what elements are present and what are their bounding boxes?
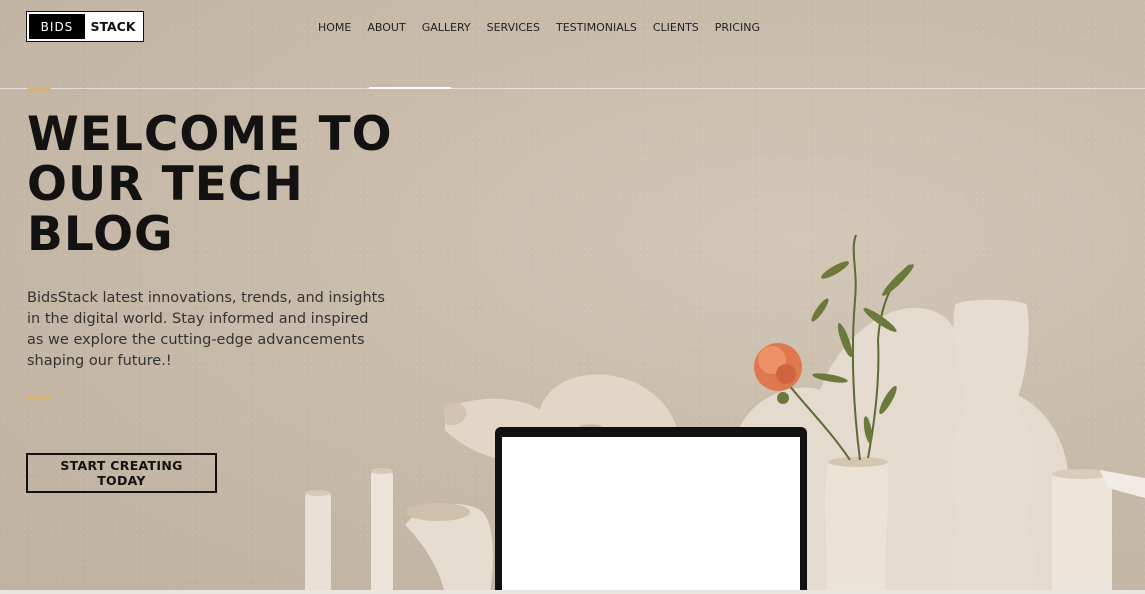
logo-part-bids: BIDS	[29, 14, 85, 39]
hero-title-line-3: BLOG	[27, 207, 174, 262]
start-creating-button[interactable]: START CREATING TODAY	[26, 453, 217, 493]
accent-dash-top	[27, 88, 51, 91]
cylinder-1	[305, 492, 331, 594]
stacked-vase	[950, 299, 1035, 594]
cylinder-3	[1052, 472, 1112, 594]
nav-about[interactable]: ABOUT	[367, 21, 405, 34]
nav-testimonials[interactable]: TESTIMONIALS	[556, 21, 637, 34]
nav-home[interactable]: HOME	[318, 21, 351, 34]
hero-description: BidsStack latest innovations, trends, an…	[27, 290, 385, 369]
active-nav-indicator	[369, 87, 451, 89]
flower-vase	[825, 457, 889, 594]
laptop	[495, 427, 807, 594]
nav-services[interactable]: SERVICES	[487, 21, 540, 34]
accent-dash-bottom	[27, 396, 51, 399]
hero-title-line-2: OUR TECH	[27, 157, 304, 212]
nav-gallery[interactable]: GALLERY	[422, 21, 471, 34]
hero-title-line-1: WELCOME TO	[27, 107, 393, 162]
cylinder-2	[371, 470, 393, 594]
nav-pricing[interactable]: PRICING	[715, 21, 760, 34]
header-divider	[0, 88, 1145, 89]
logo[interactable]: BIDS STACK	[26, 11, 144, 42]
logo-part-stack: STACK	[90, 19, 136, 34]
hero-section: BIDS STACK HOME ABOUT GALLERY SERVICES T…	[0, 0, 1145, 594]
hero-title: WELCOME TO OUR TECH BLOG	[27, 110, 407, 260]
main-nav: HOME ABOUT GALLERY SERVICES TESTIMONIALS…	[318, 21, 776, 34]
nav-clients[interactable]: CLIENTS	[653, 21, 699, 34]
bottom-strip	[0, 590, 1145, 594]
